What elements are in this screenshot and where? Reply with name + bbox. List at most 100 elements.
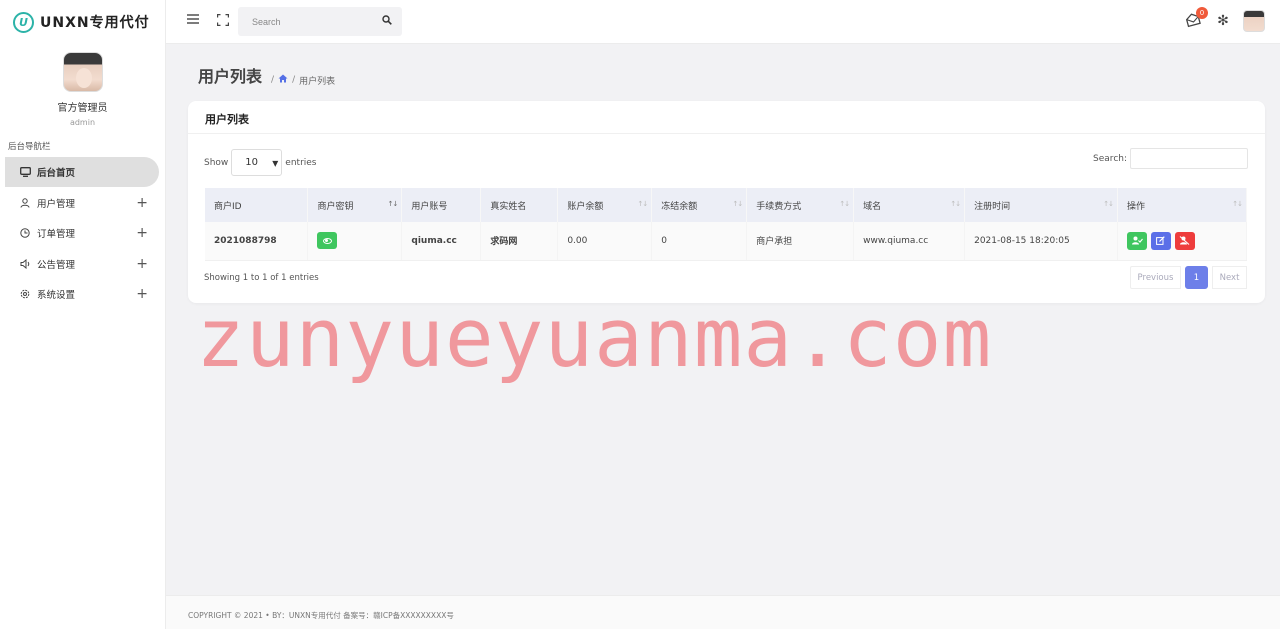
delete-user-button[interactable] xyxy=(1174,231,1195,250)
sidebar-item-announcements[interactable]: 公告管理 + xyxy=(0,249,165,279)
search-icon[interactable] xyxy=(382,15,392,25)
view-key-button[interactable] xyxy=(317,232,338,250)
search-bar xyxy=(238,7,402,36)
column-header[interactable]: 商户ID xyxy=(205,188,309,222)
column-header[interactable]: 手续费方式 ↑↓ xyxy=(746,188,855,222)
pagination-next[interactable]: Next xyxy=(1212,266,1247,289)
table-controls: Show 10 entries Search: xyxy=(188,134,1265,188)
user-check-button[interactable] xyxy=(1127,231,1147,250)
sidebar-item-label: 订单管理 xyxy=(37,229,76,240)
edit-icon xyxy=(1156,236,1166,246)
cell-account: qiuma.cc xyxy=(401,222,482,261)
sort-icon: ↑↓ xyxy=(1232,200,1243,208)
table-info: Showing 1 to 1 of 1 entries xyxy=(204,273,319,283)
sort-icon: ↑↓ xyxy=(387,200,399,208)
edit-button[interactable] xyxy=(1150,231,1171,250)
sidebar-item-label: 系统设置 xyxy=(37,290,76,301)
home-icon[interactable] xyxy=(278,74,288,86)
expand-plus-icon[interactable]: + xyxy=(136,256,148,272)
user-icon xyxy=(19,197,31,209)
cell-frozen: 0 xyxy=(651,222,748,261)
pagination: Previous 1 Next xyxy=(1130,266,1247,289)
breadcrumb: / / 用户列表 xyxy=(267,74,335,87)
sort-icon: ↑↓ xyxy=(839,200,850,208)
user-table: 商户ID 商户密钥 ↑↓ 用户账号 真实姓名 账户余额 ↑↓ 冻结余额 ↑↓ 手续费方… xyxy=(205,188,1247,261)
cell-registered: 2021-08-15 18:20:05 xyxy=(964,222,1118,261)
footer: COPYRIGHT © 2021 • BY：UNXN专用代付 备案号：赣ICP备… xyxy=(166,595,1280,629)
sort-icon: ↑↓ xyxy=(950,200,961,208)
cell-merchant-id: 2021088798 xyxy=(205,222,309,261)
page-header: 用户列表 / / 用户列表 xyxy=(198,63,335,87)
column-header[interactable]: 冻结余额 ↑↓ xyxy=(651,188,748,222)
table-search: Search: xyxy=(1093,148,1248,169)
column-header[interactable]: 操作 ↑↓ xyxy=(1117,188,1247,222)
brand-logo-icon: U xyxy=(13,11,34,33)
sort-icon: ↑↓ xyxy=(637,200,649,208)
settings-gear-icon[interactable]: ✻ xyxy=(1215,13,1231,29)
column-header[interactable]: 商户密钥 ↑↓ xyxy=(307,188,403,222)
column-header[interactable]: 用户账号 xyxy=(401,188,482,222)
column-header[interactable]: 账户余额 ↑↓ xyxy=(557,188,653,222)
gear-icon xyxy=(19,288,31,300)
hamburger-menu-icon[interactable] xyxy=(187,14,199,26)
sidebar-item-orders[interactable]: 订单管理 + xyxy=(0,218,165,248)
column-header[interactable]: 注册时间 ↑↓ xyxy=(964,188,1118,222)
pagination-previous[interactable]: Previous xyxy=(1130,266,1181,289)
user-check-icon xyxy=(1131,236,1143,245)
column-header[interactable]: 域名 ↑↓ xyxy=(853,188,966,222)
cell-domain: www.qiuma.cc xyxy=(853,222,966,261)
user-remove-icon xyxy=(1179,236,1190,246)
show-label: Show xyxy=(204,157,229,168)
page-length-control: Show 10 entries xyxy=(204,149,317,176)
breadcrumb-separator: / xyxy=(292,75,296,85)
nav-section-title: 后台导航栏 xyxy=(8,142,51,152)
profile-name: 官方管理员 xyxy=(57,103,108,114)
clock-icon xyxy=(19,227,31,239)
cell-merchant-key xyxy=(307,222,403,261)
sidebar-item-users[interactable]: 用户管理 + xyxy=(0,188,165,218)
sidebar-nav: 后台首页 用户管理 + 订单管理 + 公告管理 + 系统设置 + xyxy=(0,157,165,309)
sidebar-item-label: 公告管理 xyxy=(37,259,76,271)
eye-icon xyxy=(322,237,332,244)
speaker-icon xyxy=(19,258,31,270)
cell-fee-mode[interactable]: 商户承担 xyxy=(746,222,855,261)
search-input[interactable] xyxy=(238,7,368,36)
page-length-select[interactable]: 10 xyxy=(231,149,283,176)
column-header[interactable]: 真实姓名 xyxy=(480,188,559,222)
profile-role: admin xyxy=(69,118,96,127)
cell-balance: 0.00 xyxy=(557,222,653,261)
brand[interactable]: U UNXN专用代付 xyxy=(0,0,165,44)
topbar-actions: 0 ✻ xyxy=(1185,7,1265,32)
sidebar: U UNXN专用代付 官方管理员 admin 后台导航栏 后台首页 用户管理 +… xyxy=(0,0,166,629)
monitor-icon xyxy=(19,166,31,178)
fullscreen-icon[interactable] xyxy=(217,14,229,26)
entries-label: entries xyxy=(285,157,317,168)
table-search-input[interactable] xyxy=(1130,148,1248,169)
table-header-row: 商户ID 商户密钥 ↑↓ 用户账号 真实姓名 账户余额 ↑↓ 冻结余额 ↑↓ 手续费方… xyxy=(205,188,1247,222)
sidebar-item-label: 用户管理 xyxy=(37,198,76,210)
sort-icon: ↑↓ xyxy=(1103,200,1114,208)
pagination-page[interactable]: 1 xyxy=(1185,266,1208,289)
card-title: 用户列表 xyxy=(188,101,1265,134)
notification-icon[interactable]: 0 xyxy=(1185,7,1208,30)
cell-real-name: 求码网 xyxy=(480,222,559,261)
expand-plus-icon[interactable]: + xyxy=(136,286,148,302)
cell-actions xyxy=(1117,222,1247,261)
breadcrumb-current: 用户列表 xyxy=(299,76,336,87)
table-search-label: Search: xyxy=(1093,153,1127,164)
notification-badge: 0 xyxy=(1196,7,1208,19)
page-title: 用户列表 xyxy=(198,67,263,86)
brand-name: UNXN专用代付 xyxy=(40,15,150,31)
breadcrumb-separator: / xyxy=(271,75,275,85)
sidebar-item-dashboard[interactable]: 后台首页 xyxy=(5,157,159,187)
topbar: 0 ✻ xyxy=(166,0,1280,44)
sidebar-item-label: 后台首页 xyxy=(37,168,76,179)
avatar[interactable] xyxy=(62,52,103,92)
sidebar-item-settings[interactable]: 系统设置 + xyxy=(0,279,165,309)
sort-icon: ↑↓ xyxy=(732,200,743,208)
profile: 官方管理员 admin xyxy=(0,52,165,127)
user-avatar[interactable] xyxy=(1243,10,1265,32)
expand-plus-icon[interactable]: + xyxy=(136,225,148,241)
expand-plus-icon[interactable]: + xyxy=(136,195,148,211)
watermark: zunyueyuanma.com xyxy=(196,292,993,386)
